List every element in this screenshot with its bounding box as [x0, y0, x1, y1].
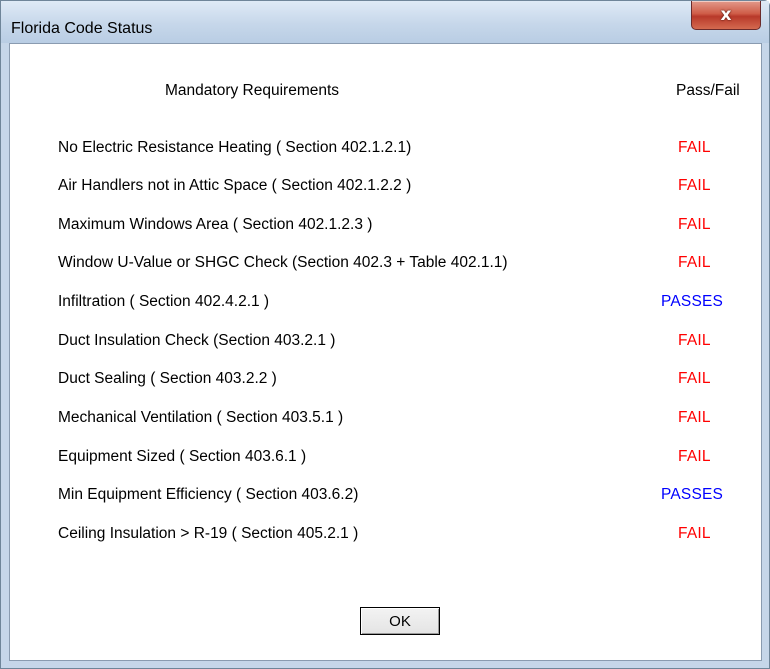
- close-icon: x: [720, 4, 732, 25]
- close-button[interactable]: x: [691, 1, 761, 30]
- requirement-label: Equipment Sized ( Section 403.6.1 ): [58, 448, 307, 465]
- ok-button[interactable]: OK: [360, 607, 440, 635]
- requirement-status: FAIL: [678, 332, 711, 349]
- requirement-status: FAIL: [678, 139, 711, 156]
- requirement-label: Window U-Value or SHGC Check (Section 40…: [58, 254, 508, 271]
- requirement-label: Min Equipment Efficiency ( Section 403.6…: [58, 486, 359, 503]
- requirement-status: FAIL: [678, 448, 711, 465]
- window-title: Florida Code Status: [11, 20, 153, 37]
- requirement-status: FAIL: [678, 409, 711, 426]
- requirement-status: FAIL: [678, 254, 711, 271]
- requirement-status: FAIL: [678, 370, 711, 387]
- requirement-status: FAIL: [678, 216, 711, 233]
- requirement-status: PASSES: [661, 293, 724, 310]
- requirement-label: Ceiling Insulation > R-19 ( Section 405.…: [58, 525, 359, 542]
- requirement-status: FAIL: [678, 177, 711, 194]
- requirements-column-header: Mandatory Requirements: [165, 82, 340, 99]
- title-bar[interactable]: Florida Code Status x: [1, 1, 769, 43]
- requirement-label: Duct Insulation Check (Section 403.2.1 ): [58, 332, 336, 349]
- requirement-label: No Electric Resistance Heating ( Section…: [58, 139, 412, 156]
- requirement-label: Air Handlers not in Attic Space ( Sectio…: [58, 177, 412, 194]
- requirement-status: PASSES: [661, 486, 724, 503]
- requirement-status: FAIL: [678, 525, 711, 542]
- requirement-label: Infiltration ( Section 402.4.2.1 ): [58, 293, 270, 310]
- requirement-label: Maximum Windows Area ( Section 402.1.2.3…: [58, 216, 373, 233]
- dialog-content: Mandatory Requirements Pass/Fail No Elec…: [9, 43, 762, 661]
- requirement-label: Mechanical Ventilation ( Section 403.5.1…: [58, 409, 344, 426]
- requirement-label: Duct Sealing ( Section 403.2.2 ): [58, 370, 277, 387]
- pass-fail-column-header: Pass/Fail: [676, 82, 740, 99]
- dialog-window: Florida Code Status x Mandatory Requirem…: [0, 0, 770, 669]
